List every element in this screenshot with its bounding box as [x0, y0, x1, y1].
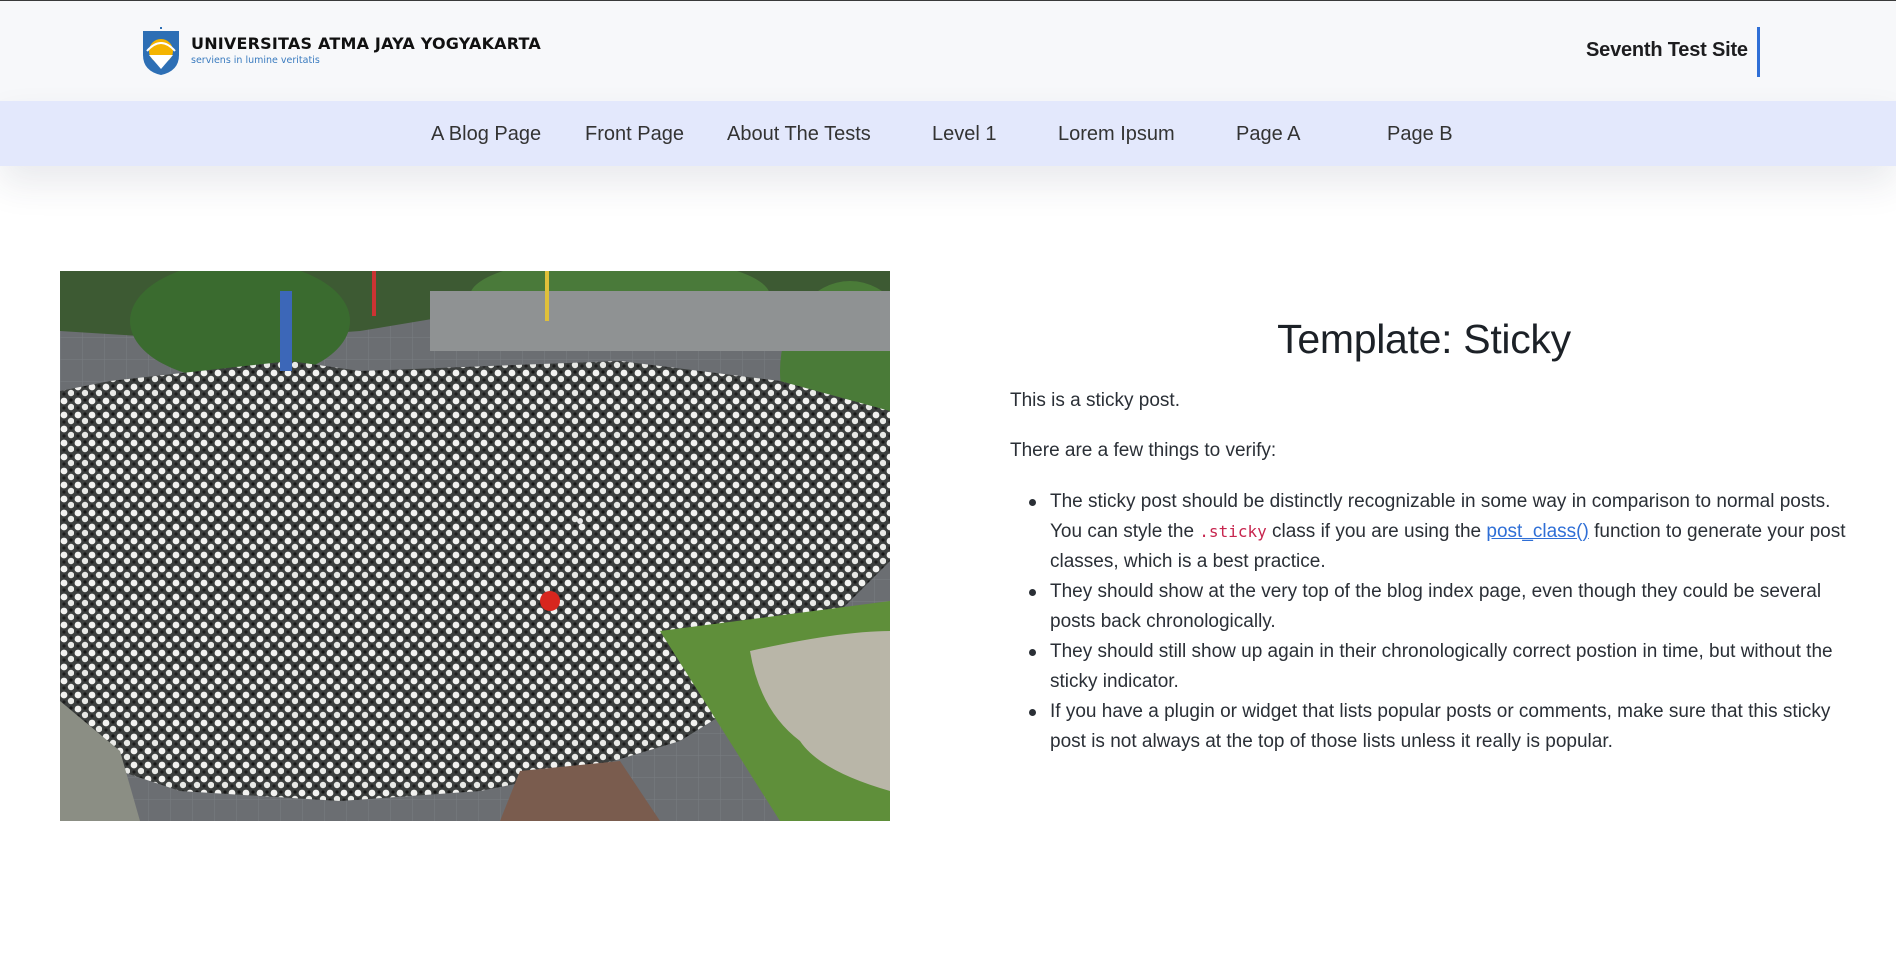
nav-item-lorem-ipsum[interactable]: Lorem Ipsum — [1058, 123, 1175, 146]
post-lead: There are a few things to verify: — [1010, 440, 1277, 461]
bullet1-text-part2: class if you are using the — [1266, 521, 1487, 542]
nav-item-about-the-tests[interactable]: About The Tests — [727, 123, 871, 146]
site-title-accent-bar — [1757, 27, 1760, 77]
logo-motto: serviens in lumine veritatis — [191, 55, 320, 66]
nav-item-front-page[interactable]: Front Page — [585, 123, 684, 146]
bullet-icon — [1029, 589, 1036, 596]
sticky-class-code: .sticky — [1199, 522, 1267, 541]
nav-item-page-b[interactable]: Page B — [1387, 123, 1453, 146]
bullet-icon — [1029, 499, 1036, 506]
bullet4-text: If you have a plugin or widget that list… — [1050, 701, 1831, 752]
list-item: The sticky post should be distinctly rec… — [1010, 487, 1850, 577]
list-item: If you have a plugin or widget that list… — [1010, 697, 1850, 757]
bullet3-text: They should still show up again in their… — [1050, 641, 1833, 692]
site-title[interactable]: Seventh Test Site — [1586, 39, 1748, 62]
nav-item-page-a[interactable]: Page A — [1236, 123, 1301, 146]
post-title: Template: Sticky — [1277, 316, 1571, 362]
logo-title: UNIVERSITAS ATMA JAYA YOGYAKARTA — [191, 34, 542, 53]
bullet-icon — [1029, 649, 1036, 656]
post-class-link[interactable]: post_class() — [1486, 521, 1588, 542]
site-logo[interactable]: UNIVERSITAS ATMA JAYA YOGYAKARTA servien… — [139, 25, 541, 77]
verification-list: The sticky post should be distinctly rec… — [1010, 487, 1850, 757]
post-intro: This is a sticky post. — [1010, 390, 1180, 411]
list-item: They should still show up again in their… — [1010, 637, 1850, 697]
featured-image[interactable] — [60, 271, 890, 821]
crowd-photo-icon — [60, 271, 890, 821]
bullet2-text: They should show at the very top of the … — [1050, 581, 1822, 632]
nav-item-a-blog-page[interactable]: A Blog Page — [431, 123, 541, 146]
site-header: UNIVERSITAS ATMA JAYA YOGYAKARTA servien… — [0, 1, 1896, 101]
nav-item-level-1[interactable]: Level 1 — [932, 123, 997, 146]
bullet-icon — [1029, 709, 1036, 716]
university-emblem-icon — [143, 27, 179, 75]
list-item: They should show at the very top of the … — [1010, 577, 1850, 637]
main-navigation: A Blog Page Front Page About The Tests L… — [0, 101, 1896, 166]
